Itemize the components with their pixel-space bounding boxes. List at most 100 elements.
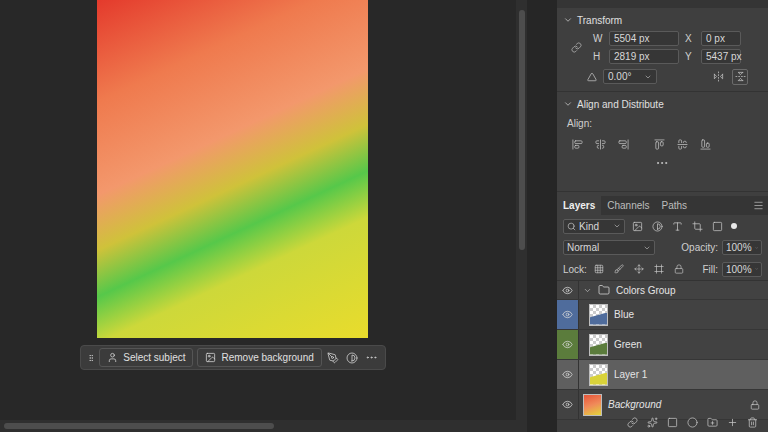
lock-paint-button[interactable] — [611, 261, 627, 277]
checker-icon[interactable] — [594, 264, 604, 274]
more-icon[interactable] — [365, 351, 378, 364]
transform-field[interactable]: 2819 px — [609, 49, 679, 64]
transform-field[interactable]: 5504 px — [609, 31, 679, 46]
taskbar-more-button[interactable] — [364, 351, 379, 364]
flip-vertical-button[interactable] — [732, 69, 748, 85]
layer-row[interactable]: Green — [557, 330, 768, 360]
vertical-scrollbar[interactable] — [516, 0, 527, 432]
chevron-down-icon[interactable] — [563, 15, 573, 25]
scroll-thumb[interactable] — [519, 10, 525, 250]
scroll-thumb[interactable] — [4, 423, 274, 429]
panel-tab[interactable]: Channels — [601, 196, 655, 215]
shape-icon[interactable] — [692, 221, 703, 232]
more-icon[interactable] — [655, 156, 669, 170]
align-button[interactable] — [569, 136, 585, 152]
visibility-toggle[interactable] — [557, 360, 579, 389]
eye-icon[interactable] — [562, 309, 573, 320]
align-right-icon[interactable] — [618, 139, 629, 150]
align-button[interactable] — [651, 136, 667, 152]
document-canvas[interactable] — [97, 0, 368, 338]
lock-all-button[interactable] — [671, 261, 687, 277]
filter-toggle[interactable] — [731, 223, 737, 229]
type-icon[interactable] — [672, 221, 683, 232]
move-icon[interactable] — [634, 264, 644, 274]
align-bottom-icon[interactable] — [700, 139, 711, 150]
eye-icon[interactable] — [562, 399, 573, 410]
adjust-button[interactable] — [345, 352, 360, 364]
layer-row[interactable]: Colors Group — [557, 281, 768, 300]
chevron-down-icon[interactable] — [563, 99, 573, 109]
filter-select[interactable]: Kind — [563, 219, 625, 234]
lock-position-button[interactable] — [631, 261, 647, 277]
lock-pixels-button[interactable] — [591, 261, 607, 277]
lock-artboard-button[interactable] — [651, 261, 667, 277]
layer-row[interactable]: Background — [557, 390, 768, 420]
pen-icon[interactable] — [327, 352, 339, 364]
image-icon[interactable] — [632, 221, 643, 232]
visibility-toggle[interactable] — [557, 330, 579, 359]
adjustment-icon[interactable] — [652, 221, 663, 232]
chevron-down-icon[interactable] — [583, 286, 592, 295]
grip-icon[interactable] — [87, 352, 95, 364]
filter-adjust-button[interactable] — [649, 218, 665, 234]
dropdown-icon[interactable] — [644, 73, 652, 81]
horizontal-scrollbar[interactable] — [0, 420, 516, 432]
mask-icon[interactable] — [667, 417, 678, 428]
background-icon — [205, 352, 216, 363]
link-button[interactable] — [571, 42, 587, 53]
trash-icon[interactable] — [747, 417, 758, 428]
brush-icon[interactable] — [614, 264, 624, 274]
filter-type-button[interactable] — [669, 218, 685, 234]
eye-icon[interactable] — [562, 369, 573, 380]
panel-tab[interactable]: Layers — [557, 196, 601, 215]
align-center-icon[interactable] — [595, 139, 606, 150]
flip-vertical-icon[interactable] — [735, 71, 746, 82]
panel-menu-button[interactable] — [693, 196, 768, 215]
align-button[interactable] — [697, 136, 713, 152]
transform-header[interactable]: Transform — [563, 13, 760, 27]
visibility-toggle[interactable] — [557, 390, 579, 419]
smart-object-icon[interactable] — [712, 221, 723, 232]
align-header[interactable]: Align and Distribute — [563, 97, 760, 111]
lock-icon[interactable] — [674, 264, 684, 274]
adjustment-layer-icon[interactable] — [687, 417, 698, 428]
fill-field[interactable]: 100% — [722, 262, 762, 277]
eye-icon[interactable] — [562, 339, 573, 350]
opacity-field[interactable]: 100% — [722, 240, 762, 255]
eye-icon[interactable] — [562, 285, 573, 296]
more-button[interactable] — [563, 156, 760, 170]
new-group-icon[interactable] — [707, 417, 718, 428]
align-button[interactable] — [674, 136, 690, 152]
layer-row[interactable]: Layer 1 — [557, 360, 768, 390]
menu-icon[interactable] — [753, 200, 764, 211]
new-layer-icon[interactable] — [727, 417, 738, 428]
align-top-icon[interactable] — [654, 139, 665, 150]
visibility-toggle[interactable] — [557, 300, 579, 329]
effects-icon[interactable] — [647, 417, 658, 428]
visibility-toggle[interactable] — [557, 281, 579, 299]
align-left-icon[interactable] — [572, 139, 583, 150]
align-button[interactable] — [615, 136, 631, 152]
canvas-area: Select subjectRemove background — [0, 0, 516, 432]
align-button[interactable] — [592, 136, 608, 152]
panel-tab[interactable]: Paths — [656, 196, 694, 215]
filter-pixel-button[interactable] — [629, 218, 645, 234]
pen-button[interactable] — [326, 352, 341, 364]
link-icon[interactable] — [571, 42, 582, 53]
transform-field[interactable]: 5437 px — [701, 49, 741, 64]
filter-smart-button[interactable] — [709, 218, 725, 234]
filter-shape-button[interactable] — [689, 218, 705, 234]
blend-mode-select[interactable]: Normal — [563, 240, 655, 255]
adjust-icon[interactable] — [346, 352, 358, 364]
taskbar-button[interactable]: Remove background — [197, 348, 321, 367]
align-middle-icon[interactable] — [677, 139, 688, 150]
angle-field[interactable]: 0.00° — [603, 69, 657, 84]
flip-horizontal-icon[interactable] — [713, 71, 724, 82]
flip-horizontal-button[interactable] — [710, 69, 726, 85]
layer-row[interactable]: Blue — [557, 300, 768, 330]
taskbar-button[interactable]: Select subject — [99, 348, 193, 367]
artboard-icon[interactable] — [654, 264, 664, 274]
transform-field[interactable]: 0 px — [701, 31, 741, 46]
link-layers-icon[interactable] — [627, 417, 638, 428]
opacity-label: Opacity: — [681, 242, 718, 253]
